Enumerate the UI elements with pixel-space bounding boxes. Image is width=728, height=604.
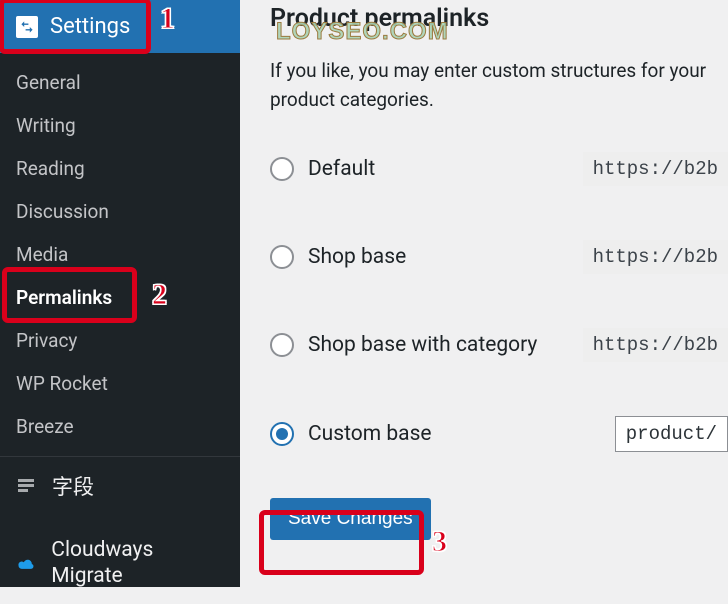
url-preview: https://b2b — [583, 240, 728, 274]
url-preview: https://b2b — [583, 152, 728, 186]
save-wrapper: Save Changes — [270, 498, 728, 540]
radio-shop-base-category[interactable] — [270, 333, 294, 357]
option-label: Default — [308, 157, 583, 181]
sidebar-section-label: 字段 — [52, 471, 94, 501]
radio-default[interactable] — [270, 157, 294, 181]
main-content: LOYSEO.COM Product permalinks If you lik… — [240, 0, 728, 587]
sidebar-section-cloudways[interactable]: Cloudways Migrate — [0, 515, 240, 604]
sidebar-item-media[interactable]: Media — [0, 233, 240, 276]
sidebar-header-settings[interactable]: Settings — [0, 0, 240, 53]
sidebar-submenu: General Writing Reading Discussion Media… — [0, 53, 240, 456]
option-shop-base[interactable]: Shop base https://b2b — [270, 240, 728, 274]
option-shop-base-category[interactable]: Shop base with category https://b2b — [270, 328, 728, 362]
permalink-options: Default https://b2b Shop base https://b2… — [270, 152, 728, 452]
radio-custom-base[interactable] — [270, 422, 294, 446]
fields-icon — [16, 476, 38, 496]
sidebar-section-fields[interactable]: 字段 — [0, 456, 240, 515]
option-default[interactable]: Default https://b2b — [270, 152, 728, 186]
sidebar-header-label: Settings — [50, 14, 130, 39]
radio-shop-base[interactable] — [270, 245, 294, 269]
sidebar-item-general[interactable]: General — [0, 61, 240, 104]
page-description: If you like, you may enter custom struct… — [270, 57, 728, 114]
sidebar-item-privacy[interactable]: Privacy — [0, 319, 240, 362]
sidebar-item-discussion[interactable]: Discussion — [0, 190, 240, 233]
custom-base-input[interactable]: product/ — [615, 416, 728, 452]
url-preview: https://b2b — [583, 328, 728, 362]
page-heading: Product permalinks — [270, 4, 728, 33]
option-custom-base[interactable]: Custom base product/ — [270, 416, 728, 452]
sidebar-item-wp-rocket[interactable]: WP Rocket — [0, 362, 240, 405]
sidebar-item-writing[interactable]: Writing — [0, 104, 240, 147]
sidebar-item-reading[interactable]: Reading — [0, 147, 240, 190]
admin-sidebar: Settings General Writing Reading Discuss… — [0, 0, 240, 587]
cloud-icon — [16, 555, 37, 571]
sidebar-item-breeze[interactable]: Breeze — [0, 405, 240, 448]
sidebar-section-label: Cloudways Migrate — [51, 537, 224, 590]
option-label: Shop base — [308, 245, 583, 269]
save-button[interactable]: Save Changes — [270, 498, 431, 540]
option-label: Shop base with category — [308, 333, 583, 357]
sidebar-item-permalinks[interactable]: Permalinks — [0, 276, 240, 319]
option-label: Custom base — [308, 422, 615, 446]
settings-toggle-icon — [16, 16, 38, 38]
